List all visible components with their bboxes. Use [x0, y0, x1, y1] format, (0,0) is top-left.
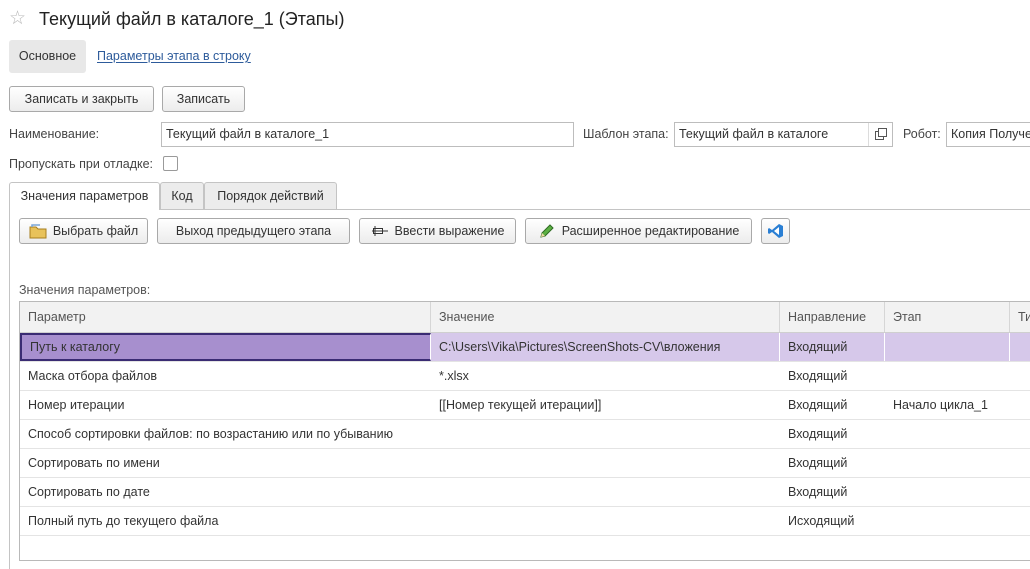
tab-code[interactable]: Код	[160, 182, 204, 209]
table-row[interactable]: Сортировать по имени Входящий	[20, 449, 1030, 478]
cell-stage[interactable]	[885, 333, 1010, 361]
page-title: Текущий файл в каталоге_1 (Этапы)	[39, 9, 345, 29]
grid-caption: Значения параметров:	[19, 283, 151, 297]
cell-type[interactable]	[1010, 478, 1030, 506]
cell-direction[interactable]: Исходящий	[780, 507, 885, 535]
enter-expression-button[interactable]: Ввести выражение	[359, 218, 516, 244]
cell-type[interactable]	[1010, 449, 1030, 477]
cell-stage[interactable]	[885, 420, 1010, 448]
expression-icon	[371, 223, 389, 239]
cell-direction[interactable]: Входящий	[780, 478, 885, 506]
template-label: Шаблон этапа:	[583, 127, 669, 141]
column-header-stage[interactable]: Этап	[885, 302, 1010, 332]
cell-parameter[interactable]: Сортировать по дате	[20, 478, 431, 506]
table-row[interactable]: Способ сортировки файлов: по возрастанию…	[20, 420, 1030, 449]
cell-direction[interactable]: Входящий	[780, 420, 885, 448]
cell-value[interactable]: *.xlsx	[431, 362, 780, 390]
cell-parameter[interactable]: Путь к каталогу	[20, 333, 431, 361]
vscode-icon	[767, 223, 785, 239]
cell-parameter[interactable]: Номер итерации	[20, 391, 431, 419]
template-divider	[868, 123, 869, 146]
cell-value[interactable]	[431, 507, 780, 535]
cell-type[interactable]	[1010, 362, 1030, 390]
tab-divider	[9, 209, 1030, 210]
cell-type[interactable]	[1010, 391, 1030, 419]
table-row[interactable]: Полный путь до текущего файла Исходящий	[20, 507, 1030, 536]
cell-type[interactable]	[1010, 333, 1030, 361]
vscode-button[interactable]	[761, 218, 790, 244]
table-row[interactable]: Маска отбора файлов *.xlsx Входящий	[20, 362, 1030, 391]
robot-label: Робот:	[903, 127, 941, 141]
enter-expression-label: Ввести выражение	[394, 224, 505, 238]
cell-value[interactable]: C:\Users\Vika\Pictures\ScreenShots-CV\вл…	[431, 333, 780, 361]
robot-field[interactable]: Копия Получе	[946, 122, 1030, 147]
cell-parameter[interactable]: Способ сортировки файлов: по возрастанию…	[20, 420, 431, 448]
tab-param-values[interactable]: Значения параметров	[9, 182, 160, 210]
cell-direction[interactable]: Входящий	[780, 391, 885, 419]
name-field[interactable]: Текущий файл в каталоге_1	[161, 122, 574, 147]
name-label: Наименование:	[9, 127, 100, 141]
cell-value[interactable]	[431, 449, 780, 477]
cell-direction[interactable]: Входящий	[780, 362, 885, 390]
column-header-parameter[interactable]: Параметр	[20, 302, 431, 332]
cell-parameter[interactable]: Полный путь до текущего файла	[20, 507, 431, 535]
cell-stage[interactable]: Начало цикла_1	[885, 391, 1010, 419]
cell-value[interactable]	[431, 420, 780, 448]
nav-main[interactable]: Основное	[9, 40, 86, 73]
advanced-edit-label: Расширенное редактирование	[561, 224, 740, 238]
cell-direction[interactable]: Входящий	[780, 333, 885, 361]
cell-type[interactable]	[1010, 507, 1030, 535]
cell-type[interactable]	[1010, 420, 1030, 448]
save-button[interactable]: Записать	[162, 86, 245, 112]
template-field[interactable]: Текущий файл в каталоге	[674, 122, 893, 147]
folder-icon	[29, 223, 47, 239]
star-icon[interactable]: ☆	[9, 8, 26, 30]
tab-action-order[interactable]: Порядок действий	[204, 182, 337, 209]
cell-parameter[interactable]: Сортировать по имени	[20, 449, 431, 477]
open-icon[interactable]	[873, 126, 889, 142]
choose-file-label: Выбрать файл	[52, 224, 139, 238]
table-header: Параметр Значение Направление Этап Ти	[20, 302, 1030, 333]
cell-stage[interactable]	[885, 478, 1010, 506]
column-header-type[interactable]: Ти	[1010, 302, 1030, 332]
table-row[interactable]: Путь к каталогу C:\Users\Vika\Pictures\S…	[20, 333, 1030, 362]
save-and-close-button[interactable]: Записать и закрыть	[9, 86, 154, 112]
cell-value[interactable]	[431, 478, 780, 506]
column-header-direction[interactable]: Направление	[780, 302, 885, 332]
skip-debug-checkbox[interactable]	[163, 156, 178, 171]
cell-stage[interactable]	[885, 507, 1010, 535]
previous-stage-output-button[interactable]: Выход предыдущего этапа	[157, 218, 350, 244]
nav-stage-params-link[interactable]: Параметры этапа в строку	[97, 40, 251, 73]
cell-stage[interactable]	[885, 362, 1010, 390]
table-row[interactable]: Номер итерации [[Номер текущей итерации]…	[20, 391, 1030, 420]
parameters-table: Параметр Значение Направление Этап Ти Пу…	[19, 301, 1030, 561]
column-header-value[interactable]: Значение	[431, 302, 780, 332]
cell-value[interactable]: [[Номер текущей итерации]]	[431, 391, 780, 419]
cell-direction[interactable]: Входящий	[780, 449, 885, 477]
cell-parameter[interactable]: Маска отбора файлов	[20, 362, 431, 390]
table-row[interactable]: Сортировать по дате Входящий	[20, 478, 1030, 507]
pencil-icon	[538, 223, 556, 239]
advanced-edit-button[interactable]: Расширенное редактирование	[525, 218, 752, 244]
choose-file-button[interactable]: Выбрать файл	[19, 218, 148, 244]
skip-debug-label: Пропускать при отладке:	[9, 157, 154, 171]
cell-stage[interactable]	[885, 449, 1010, 477]
